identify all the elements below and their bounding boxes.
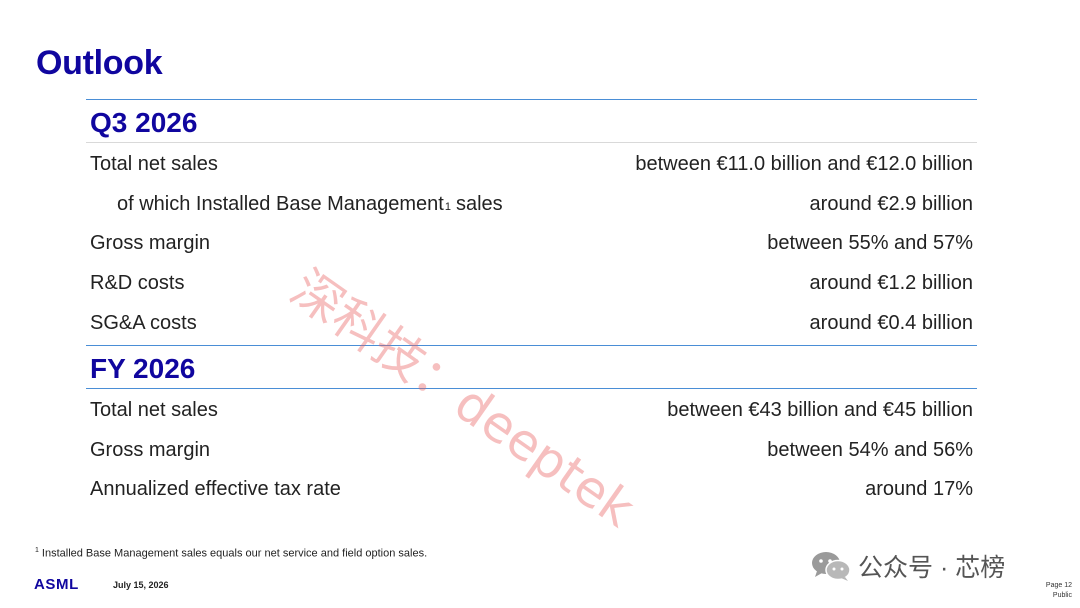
table-row: Gross margin between 54% and 56% [86,431,977,471]
table-row: Gross margin between 55% and 57% [86,224,977,264]
row-label: Total net sales [90,153,218,176]
section-heading-fy: FY 2026 [90,352,196,384]
footnote: 1 Installed Base Management sales equals … [35,547,427,560]
row-label: Gross margin [90,438,211,461]
row-label-suffix: sales [455,192,503,215]
row-label: of which Installed Base Management [117,192,444,215]
row-value: around €2.9 billion [809,192,973,215]
table-row: Total net sales between €43 billion and … [86,391,977,431]
wechat-badge-text: 公众号 · 芯榜 [858,554,1006,582]
row-value: between €43 billion and €45 billion [667,399,973,422]
page-title: Outlook [36,44,163,82]
table-row: R&D costs around €1.2 billion [86,264,977,304]
row-value: between 54% and 56% [767,438,973,461]
footnote-text: Installed Base Management sales equals o… [41,547,428,560]
page-number: Page 12 [1045,582,1072,589]
row-value: around 17% [865,478,973,501]
row-label: Total net sales [90,399,218,422]
row-label: Gross margin [90,232,211,255]
row-value: around €1.2 billion [809,272,973,295]
row-label: Annualized effective tax rate [90,478,341,501]
page-info: Page 12 Public [1046,581,1072,601]
wechat-icon [812,552,851,581]
row-label-group: of which Installed Base Management 1 sal… [117,192,503,215]
table-row: Annualized effective tax rate around 17% [86,470,977,510]
q3-rows: Total net sales between €11.0 billion an… [86,143,977,343]
table-row: Total net sales between €11.0 billion an… [86,145,977,185]
footer-date: July 15, 2026 [113,580,169,590]
row-label: R&D costs [90,272,185,295]
fy-rows: Total net sales between €43 billion and … [86,389,977,510]
row-value: between €11.0 billion and €12.0 billion [635,153,973,176]
row-value: between 55% and 57% [767,232,973,255]
classification-label: Public [1052,592,1072,599]
row-label: SG&A costs [90,311,197,334]
footnote-marker: 1 [35,547,39,554]
row-value: around €0.4 billion [809,311,973,334]
wechat-badge: 公众号 · 芯榜 [810,548,1005,584]
asml-logo: ASML [34,576,79,593]
outlook-table: Q3 2026 Total net sales between €11.0 bi… [86,99,977,510]
section-heading-q3: Q3 2026 [90,107,198,138]
table-row: SG&A costs around €0.4 billion [86,303,977,343]
table-row: of which Installed Base Management 1 sal… [86,185,977,225]
